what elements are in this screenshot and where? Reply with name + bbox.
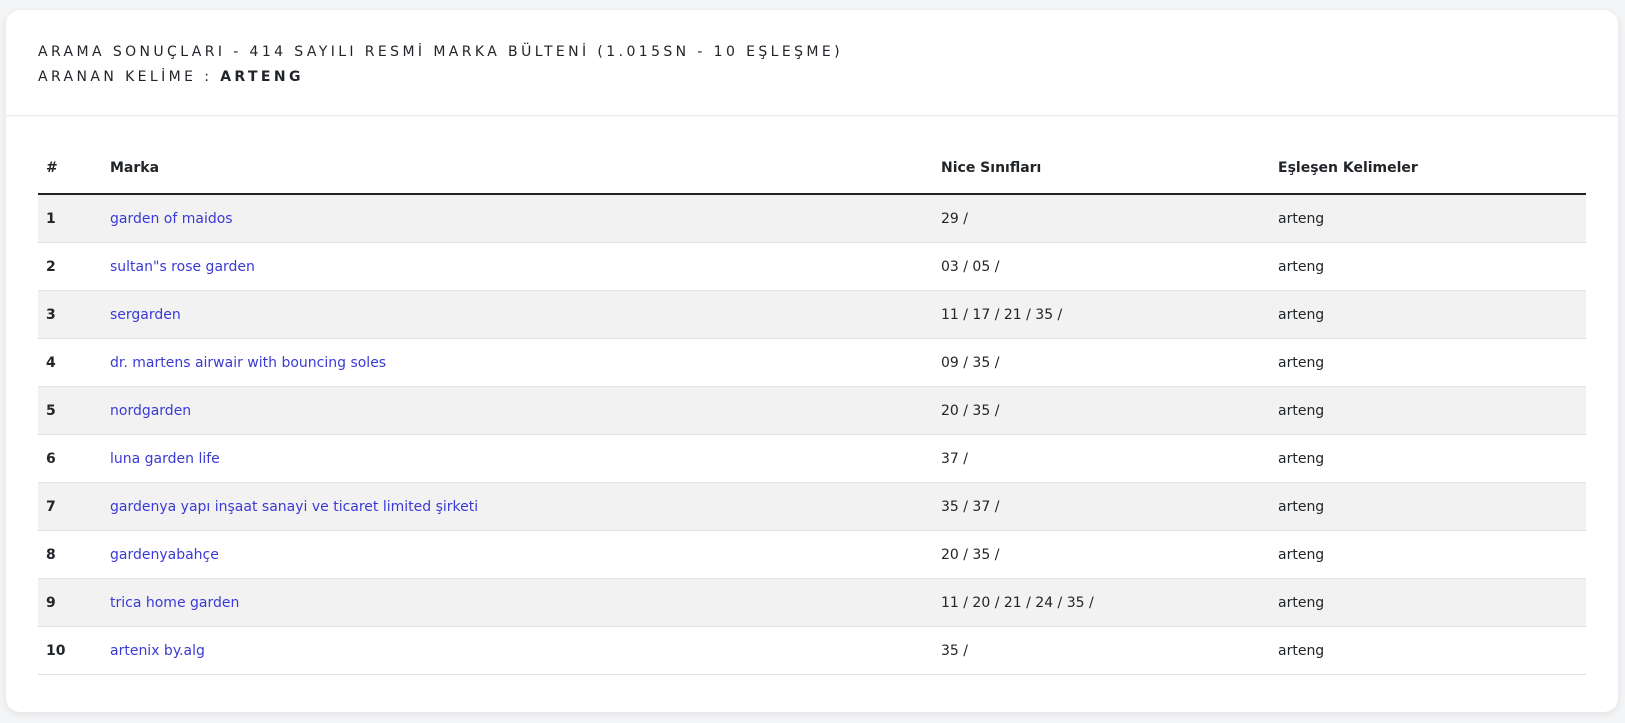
search-term-value: ARTENG [220,69,304,85]
brand-cell: gardenyabahçe [102,530,933,579]
matched-words-cell: arteng [1270,290,1586,339]
row-index: 7 [38,482,102,531]
nice-classes-cell: 09 / 35 / [933,338,1270,387]
brand-cell: artenix by.alg [102,626,933,675]
matched-words-cell: arteng [1270,578,1586,627]
brand-link[interactable]: luna garden life [110,451,220,467]
results-table: # Marka Nice Sınıfları Eşleşen Kelimeler… [38,143,1586,675]
column-header-nice-classes: Nice Sınıfları [933,143,1270,195]
matched-words-cell: arteng [1270,626,1586,675]
table-row: 2 sultan"s rose garden 03 / 05 /arteng [38,242,1586,291]
matched-words-cell: arteng [1270,434,1586,483]
results-title: ARAMA SONUÇLARI - 414 SAYILI RESMİ MARKA… [38,44,844,60]
nice-classes-cell: 37 / [933,434,1270,483]
results-header: ARAMA SONUÇLARI - 414 SAYILI RESMİ MARKA… [6,10,1618,116]
brand-link[interactable]: sergarden [110,307,181,323]
brand-link[interactable]: dr. martens airwair with bouncing soles [110,355,386,371]
brand-link[interactable]: nordgarden [110,403,191,419]
matched-words-cell: arteng [1270,386,1586,435]
nice-classes-cell: 35 / 37 / [933,482,1270,531]
matched-words-cell: arteng [1270,242,1586,291]
brand-cell: dr. martens airwair with bouncing soles [102,338,933,387]
nice-classes-cell: 11 / 20 / 21 / 24 / 35 / [933,578,1270,627]
table-row: 7 gardenya yapı inşaat sanayi ve ticaret … [38,482,1586,531]
brand-link[interactable]: garden of maidos [110,211,233,227]
row-index: 1 [38,194,102,243]
matched-words-cell: arteng [1270,194,1586,243]
brand-cell: luna garden life [102,434,933,483]
brand-cell: sergarden [102,290,933,339]
brand-cell: gardenya yapı inşaat sanayi ve ticaret l… [102,482,933,531]
search-term-label: ARANAN KELİME : [38,69,221,85]
brand-link[interactable]: trica home garden [110,595,239,611]
table-row: 1 garden of maidos 29 /arteng [38,194,1586,243]
matched-words-cell: arteng [1270,530,1586,579]
row-index: 6 [38,434,102,483]
brand-link[interactable]: artenix by.alg [110,643,205,659]
results-body: # Marka Nice Sınıfları Eşleşen Kelimeler… [6,143,1618,675]
table-row: 6 luna garden life 37 /arteng [38,434,1586,483]
results-card: ARAMA SONUÇLARI - 414 SAYILI RESMİ MARKA… [6,10,1618,712]
brand-link[interactable]: gardenyabahçe [110,547,219,563]
row-index: 10 [38,626,102,675]
column-header-index: # [38,143,102,195]
brand-link[interactable]: sultan"s rose garden [110,259,255,275]
row-index: 8 [38,530,102,579]
table-row: 4 dr. martens airwair with bouncing soles… [38,338,1586,387]
nice-classes-cell: 35 / [933,626,1270,675]
brand-cell: trica home garden [102,578,933,627]
brand-cell: sultan"s rose garden [102,242,933,291]
column-header-matched-words: Eşleşen Kelimeler [1270,143,1586,195]
search-term-line: ARANAN KELİME : ARTENG [38,65,1586,90]
row-index: 9 [38,578,102,627]
matched-words-cell: arteng [1270,338,1586,387]
nice-classes-cell: 20 / 35 / [933,530,1270,579]
table-row: 8 gardenyabahçe 20 / 35 /arteng [38,530,1586,579]
table-row: 5 nordgarden 20 / 35 /arteng [38,386,1586,435]
nice-classes-cell: 20 / 35 / [933,386,1270,435]
table-row: 10 artenix by.alg 35 /arteng [38,626,1586,675]
table-row: 9 trica home garden 11 / 20 / 21 / 24 / 35… [38,578,1586,627]
matched-words-cell: arteng [1270,482,1586,531]
brand-cell: garden of maidos [102,194,933,243]
table-row: 3 sergarden 11 / 17 / 21 / 35 /arteng [38,290,1586,339]
nice-classes-cell: 11 / 17 / 21 / 35 / [933,290,1270,339]
column-header-brand: Marka [102,143,933,195]
row-index: 3 [38,290,102,339]
brand-cell: nordgarden [102,386,933,435]
table-header-row: # Marka Nice Sınıfları Eşleşen Kelimeler [38,143,1586,195]
row-index: 4 [38,338,102,387]
row-index: 5 [38,386,102,435]
nice-classes-cell: 29 / [933,194,1270,243]
brand-link[interactable]: gardenya yapı inşaat sanayi ve ticaret l… [110,499,478,515]
row-index: 2 [38,242,102,291]
nice-classes-cell: 03 / 05 / [933,242,1270,291]
